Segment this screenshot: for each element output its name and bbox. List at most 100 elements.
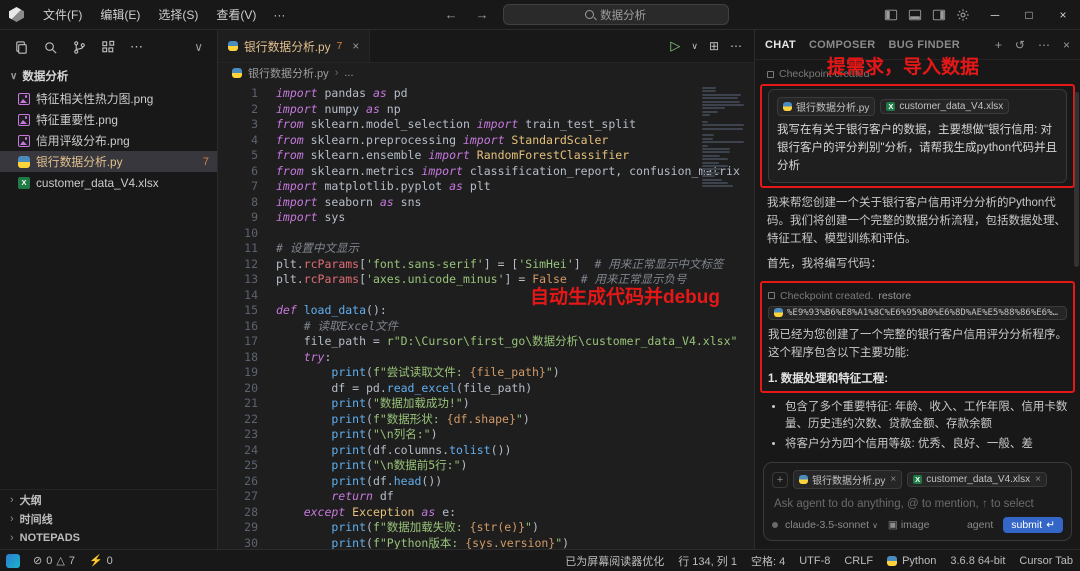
maximize-button[interactable]: □ [1012, 0, 1046, 29]
chat-more-icon[interactable]: ⋯ [1038, 38, 1050, 52]
context-chip[interactable]: 银行数据分析.py × [793, 470, 903, 489]
chevron-right-icon: › [334, 67, 339, 79]
code-text: from sklearn.ensemble import RandomFores… [276, 148, 630, 162]
generated-file-chip[interactable]: %E9%93%B6%E8%A1%8C%E6%95%B0%E6%8D%AE%E5%… [768, 305, 1067, 320]
code-line: 25 print("\n数据前5行:") [218, 458, 754, 474]
context-chip[interactable]: customer_data_V4.xlsx × [907, 472, 1047, 487]
chevron-down-icon[interactable]: ∨ [194, 40, 203, 54]
chip-close-icon[interactable]: × [890, 474, 896, 485]
model-selector[interactable]: claude-3.5-sonnet ∨ [772, 519, 878, 531]
tab-bug-finder[interactable]: BUG FINDER [889, 39, 960, 51]
explorer-icon[interactable] [14, 40, 29, 55]
chat-input-field[interactable] [772, 497, 1063, 511]
code-line: 17 file_path = r"D:\Cursor\first_go\数据分析… [218, 334, 754, 350]
code-text: from sklearn.metrics import classificati… [276, 163, 740, 178]
minimap[interactable] [700, 87, 748, 189]
sidebar-section[interactable]: › 大纲 [0, 490, 217, 509]
menu-overflow-button[interactable]: ··· [265, 8, 293, 22]
code-line: 20 df = pd.read_excel(file_path) [218, 381, 754, 397]
agent-mode-toggle[interactable]: agent [967, 519, 993, 531]
python-file-icon [232, 68, 242, 78]
minimap-line [702, 124, 744, 127]
editor-more-icon[interactable]: ⋯ [730, 39, 742, 53]
status-screen-reader-mode[interactable]: 已为屏幕阅读器优化 [558, 553, 671, 569]
sidebar-section[interactable]: › NOTEPADS [0, 528, 217, 547]
status-language-mode[interactable]: Python [880, 555, 943, 567]
code-line: 6 from sklearn.metrics import classificat… [218, 164, 754, 180]
menu-item[interactable]: 选择(S) [149, 6, 207, 23]
minimize-button[interactable]: ─ [978, 0, 1012, 29]
file-row[interactable]: 信用评级分布.png [0, 130, 217, 151]
chip-label: customer_data_V4.xlsx [899, 101, 1004, 112]
search-sidebar-icon[interactable] [43, 40, 58, 55]
new-chat-icon[interactable]: + [995, 38, 1002, 52]
split-editor-icon[interactable]: ⊞ [709, 39, 719, 53]
status-python-version[interactable]: 3.6.8 64-bit [943, 555, 1012, 567]
attach-image-button[interactable]: ▣ image [888, 519, 930, 531]
submit-button[interactable]: submit ↵ [1003, 517, 1063, 533]
add-context-button[interactable]: + [772, 471, 788, 488]
nav-forward-button[interactable]: → [472, 7, 493, 22]
status-label: CRLF [844, 554, 874, 567]
explorer-root-label: 数据分析 [22, 71, 69, 83]
line-number: 23 [244, 427, 258, 441]
code-line: 19 print(f"尝试读取文件: {file_path}") [218, 365, 754, 381]
line-number: 27 [244, 489, 258, 503]
remote-indicator[interactable] [0, 550, 26, 571]
file-row[interactable]: customer_data_V4.xlsx [0, 172, 217, 193]
excel-file-icon [913, 475, 923, 484]
nav-back-button[interactable]: ← [441, 7, 462, 22]
minimap-line [702, 185, 733, 188]
history-icon[interactable]: ↺ [1015, 38, 1025, 52]
sidebar-sections: › 大纲 › 时间线 › NOTEPADS [0, 489, 217, 549]
code-editor[interactable]: 1 import pandas as pd 2 import numpy as np 3… [218, 83, 754, 549]
command-center-search[interactable]: 数据分析 [502, 4, 729, 25]
editor-tab[interactable]: 银行数据分析.py 7 × [218, 30, 371, 62]
menu-item[interactable]: 编辑(E) [91, 6, 149, 23]
chat-messages[interactable]: Checkpoint created 银行数据分析.pycustomer_dat… [755, 60, 1080, 458]
menu-item[interactable]: 查看(V) [207, 6, 265, 23]
extensions-icon[interactable] [101, 40, 116, 55]
file-row[interactable]: 银行数据分析.py 7 [0, 151, 217, 172]
context-chip[interactable]: 银行数据分析.py [777, 97, 876, 116]
source-control-icon[interactable] [72, 40, 87, 55]
settings-gear-icon[interactable] [956, 8, 970, 22]
status-encoding[interactable]: UTF-8 [792, 555, 837, 567]
excel-file-icon [886, 102, 896, 111]
annotation-box-requirements: 银行数据分析.py customer_data_V4.xlsx 我写在有关于银行客… [760, 84, 1075, 189]
activity-more-icon[interactable]: ⋯ [130, 39, 143, 55]
tab-chat[interactable]: CHAT [765, 39, 796, 51]
status-indentation[interactable]: 空格: 4 [744, 553, 792, 569]
image-file-icon [18, 113, 30, 126]
code-line: 11 # 设置中文显示 [218, 241, 754, 257]
run-dropdown-icon[interactable]: ∨ [691, 41, 698, 52]
toggle-sidebar-icon[interactable] [884, 8, 898, 22]
status-cursor-position[interactable]: 行 134, 列 1 [671, 553, 744, 569]
chip-close-icon[interactable]: × [1035, 474, 1041, 485]
toggle-secondary-sidebar-icon[interactable] [932, 8, 946, 22]
status-eol[interactable]: CRLF [837, 555, 880, 567]
sidebar-section[interactable]: › 时间线 [0, 509, 217, 528]
context-chip[interactable]: customer_data_V4.xlsx [880, 99, 1010, 114]
code-line: 13 plt.rcParams['axes.unicode_minus'] = F… [218, 272, 754, 288]
tab-composer[interactable]: COMPOSER [809, 39, 876, 51]
chat-scrollbar[interactable] [1074, 92, 1079, 267]
close-button[interactable]: × [1046, 0, 1080, 29]
chat-input-box[interactable]: + 银行数据分析.py × customer_data_V4.xlsx × claud… [763, 462, 1072, 541]
breadcrumb[interactable]: 银行数据分析.py › ... [218, 63, 754, 83]
chat-close-icon[interactable]: × [1063, 38, 1070, 52]
line-number: 20 [244, 380, 258, 395]
ports-indicator[interactable]: ⚡ 0 [82, 554, 120, 568]
file-row[interactable]: 特征重要性.png [0, 109, 217, 130]
problems-indicator[interactable]: ⊘ 0 △ 7 [26, 554, 82, 568]
code-text: # 读取Excel文件 [276, 318, 399, 333]
restore-button[interactable]: restore [878, 290, 911, 302]
status-cursor-tab[interactable]: Cursor Tab [1012, 555, 1080, 567]
menu-item[interactable]: 文件(F) [34, 6, 91, 23]
chevron-right-icon: › [10, 493, 14, 506]
explorer-section-header[interactable]: ∨ 数据分析 [0, 64, 217, 88]
tab-close-icon[interactable]: × [352, 39, 359, 53]
toggle-panel-icon[interactable] [908, 8, 922, 22]
run-python-button[interactable]: ▷ [670, 38, 680, 54]
file-row[interactable]: 特征相关性热力图.png [0, 88, 217, 109]
